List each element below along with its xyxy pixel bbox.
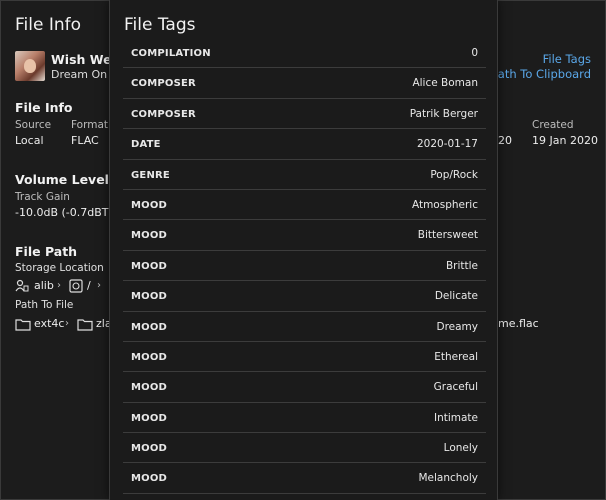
library-icon (15, 278, 29, 297)
disk-icon (69, 278, 83, 297)
chevron-right-icon: › (97, 280, 101, 291)
tag-value: Ethereal (434, 350, 478, 363)
tag-value: Graceful (433, 381, 478, 394)
tag-value: Lonely (443, 442, 478, 455)
tag-row[interactable]: MOOD Melancholy (123, 463, 486, 494)
path-to-file-label: Path To File (15, 299, 74, 311)
tag-list: COMPILATION 0 COMPOSER Alice Boman COMPOSER P… (123, 38, 486, 494)
tag-key: COMPILATION (131, 48, 211, 59)
tag-value: Atmospheric (411, 198, 478, 211)
tag-key: DATE (131, 139, 161, 151)
tag-key: MOOD (131, 412, 168, 424)
tag-value: 0 (471, 47, 478, 59)
tag-row[interactable]: MOOD Brittle (123, 251, 486, 282)
file-tags-link[interactable]: File Tags (543, 52, 591, 66)
tag-key: MOOD (131, 230, 168, 242)
track-gain-value: -10.0dB (-0.7dBTP) (15, 206, 120, 219)
file-path-heading: File Path (15, 244, 78, 259)
tag-row[interactable]: MOOD Delicate (123, 281, 486, 312)
tag-row[interactable]: MOOD Dreamy (123, 312, 486, 342)
tag-row[interactable]: MOOD Lonely (123, 433, 486, 464)
tag-row[interactable]: MOOD Atmospheric (123, 190, 486, 221)
storage-location-label: Storage Location (15, 262, 104, 274)
storage-library-name[interactable]: alib (34, 279, 54, 292)
file-tags-panel: File Tags COMPILATION 0 COMPOSER Alice Boma… (109, 0, 498, 500)
format-label: Format (71, 119, 109, 131)
tag-value: Intimate (433, 411, 478, 424)
tag-key: MOOD (131, 291, 168, 303)
tag-row[interactable]: DATE 2020-01-17 (123, 129, 486, 160)
tag-key: MOOD (131, 351, 168, 363)
tag-value: Brittle (445, 259, 478, 272)
tag-key: COMPOSER (131, 78, 196, 90)
source-value: Local (15, 134, 44, 147)
tag-key: MOOD (131, 260, 168, 272)
tag-row[interactable]: COMPOSER Alice Boman (123, 68, 486, 99)
tag-key: MOOD (131, 443, 168, 455)
path-filename: me.flac (498, 317, 539, 330)
tag-key: MOOD (131, 321, 168, 333)
tag-row[interactable]: COMPILATION 0 (123, 38, 486, 69)
tag-key: COMPOSER (131, 108, 196, 120)
tag-row[interactable]: COMPOSER Patrik Berger (123, 99, 486, 130)
tag-value: 2020-01-17 (416, 138, 478, 151)
file-tags-title: File Tags (124, 15, 196, 35)
tag-value: Patrik Berger (409, 107, 478, 120)
tag-row[interactable]: MOOD Bittersweet (123, 220, 486, 251)
folder-icon (77, 316, 93, 335)
tag-value: Bittersweet (417, 229, 478, 242)
album-art-thumbnail (15, 51, 45, 81)
tag-row[interactable]: MOOD Graceful (123, 372, 486, 403)
tag-key: MOOD (131, 473, 168, 485)
tag-value: Delicate (434, 290, 478, 303)
created-value: 19 Jan 2020 (532, 134, 598, 147)
tag-key: GENRE (131, 169, 170, 181)
tag-value: Pop/Rock (430, 168, 478, 181)
format-value: FLAC (71, 134, 99, 147)
chevron-right-icon: › (65, 318, 69, 329)
tag-value: Alice Boman (412, 77, 478, 90)
partial-value: 20 (498, 134, 512, 147)
track-gain-label: Track Gain (15, 191, 70, 203)
file-info-section-heading: File Info (15, 100, 73, 115)
storage-root[interactable]: / (87, 279, 91, 292)
tag-value: Dreamy (436, 320, 478, 333)
source-label: Source (15, 119, 52, 131)
tag-row[interactable]: GENRE Pop/Rock (123, 160, 486, 190)
track-album: Dream On - (51, 68, 115, 81)
tag-row[interactable]: MOOD Intimate (123, 403, 486, 434)
created-label: Created (532, 119, 574, 131)
path-folder-ext4c[interactable]: ext4c (34, 317, 64, 330)
file-info-title: File Info (15, 15, 82, 35)
tag-key: MOOD (131, 199, 168, 211)
tag-key: MOOD (131, 382, 168, 394)
tag-value: Melancholy (418, 472, 478, 485)
chevron-right-icon: › (57, 280, 61, 291)
folder-icon (15, 316, 31, 335)
tag-row[interactable]: MOOD Ethereal (123, 342, 486, 373)
